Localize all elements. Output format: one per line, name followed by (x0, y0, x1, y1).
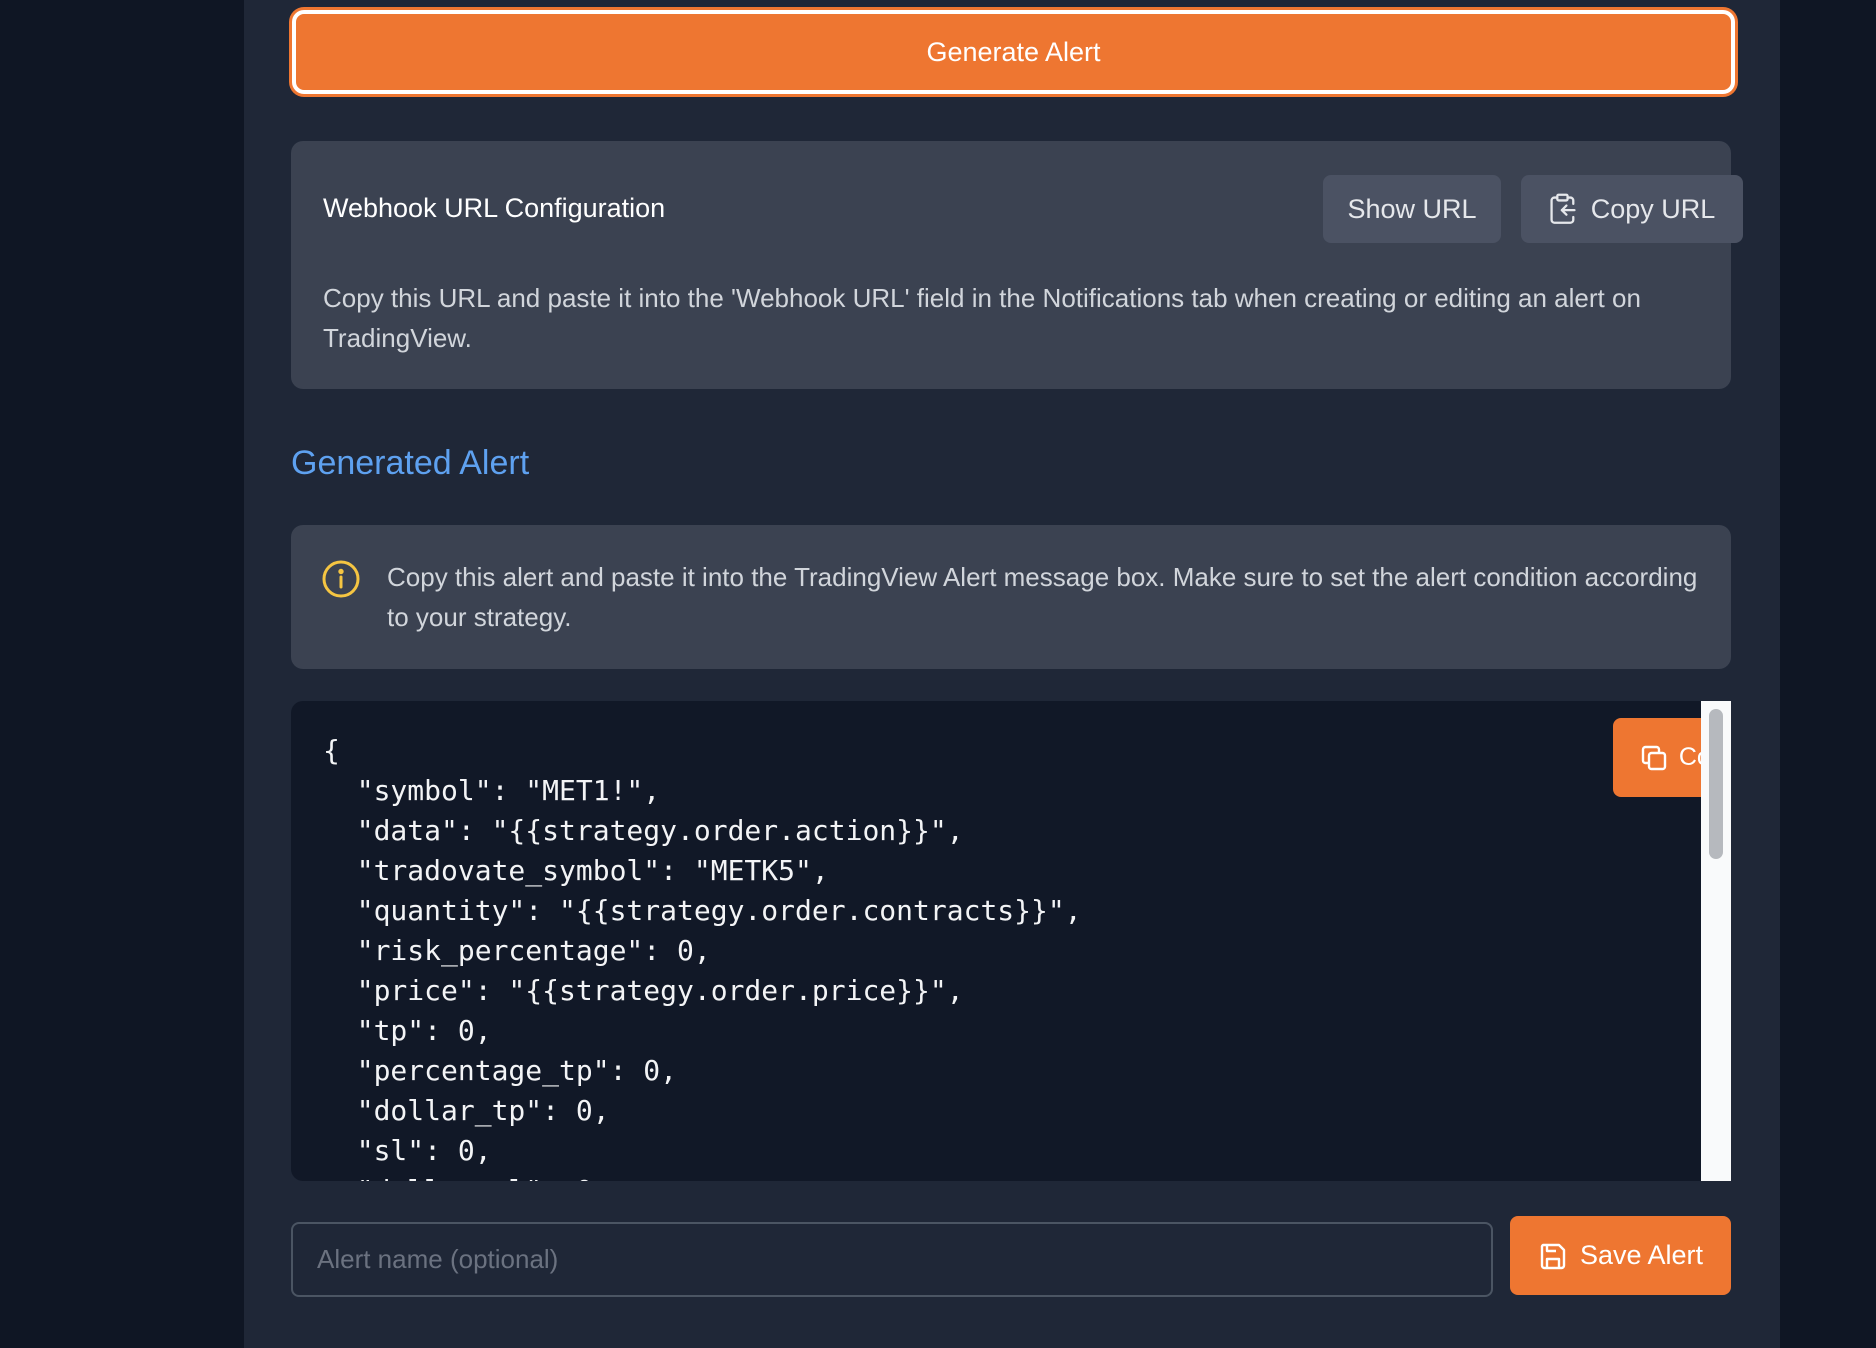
alert-json-code: { "symbol": "MET1!", "data": "{{strategy… (323, 734, 1082, 1181)
save-alert-label: Save Alert (1579, 1240, 1704, 1270)
info-text: Copy this alert and paste it into the Tr… (387, 562, 1698, 632)
floppy-disk-icon (1538, 1241, 1568, 1271)
show-url-label: Show URL (1347, 193, 1477, 224)
save-alert-button[interactable]: Save Alert (1510, 1216, 1731, 1295)
code-scrollbar-thumb[interactable] (1709, 709, 1723, 859)
webhook-description: Copy this URL and paste it into the 'Web… (323, 283, 1641, 353)
alert-code-block[interactable]: { "symbol": "MET1!", "data": "{{strategy… (291, 701, 1731, 1181)
info-circle-icon (321, 559, 361, 599)
show-url-button[interactable]: Show URL (1323, 175, 1501, 243)
webhook-config-card: Webhook URL Configuration Show URL Copy … (291, 141, 1743, 389)
copy-url-button[interactable]: Copy URL (1521, 175, 1743, 243)
alert-name-input[interactable] (291, 1222, 1493, 1297)
clipboard-copy-icon (1549, 193, 1577, 225)
main-panel: Generate Alert Webhook URL Configuration… (244, 0, 1780, 1348)
generate-alert-button[interactable]: Generate Alert (292, 10, 1735, 94)
generated-alert-heading: Generated Alert (291, 444, 530, 482)
webhook-config-title: Webhook URL Configuration (323, 193, 666, 223)
generate-alert-label: Generate Alert (926, 36, 1101, 67)
copy-url-label: Copy URL (1590, 193, 1716, 224)
copy-icon (1639, 743, 1669, 773)
code-scrollbar[interactable] (1701, 701, 1731, 1181)
info-callout: Copy this alert and paste it into the Tr… (291, 525, 1731, 669)
